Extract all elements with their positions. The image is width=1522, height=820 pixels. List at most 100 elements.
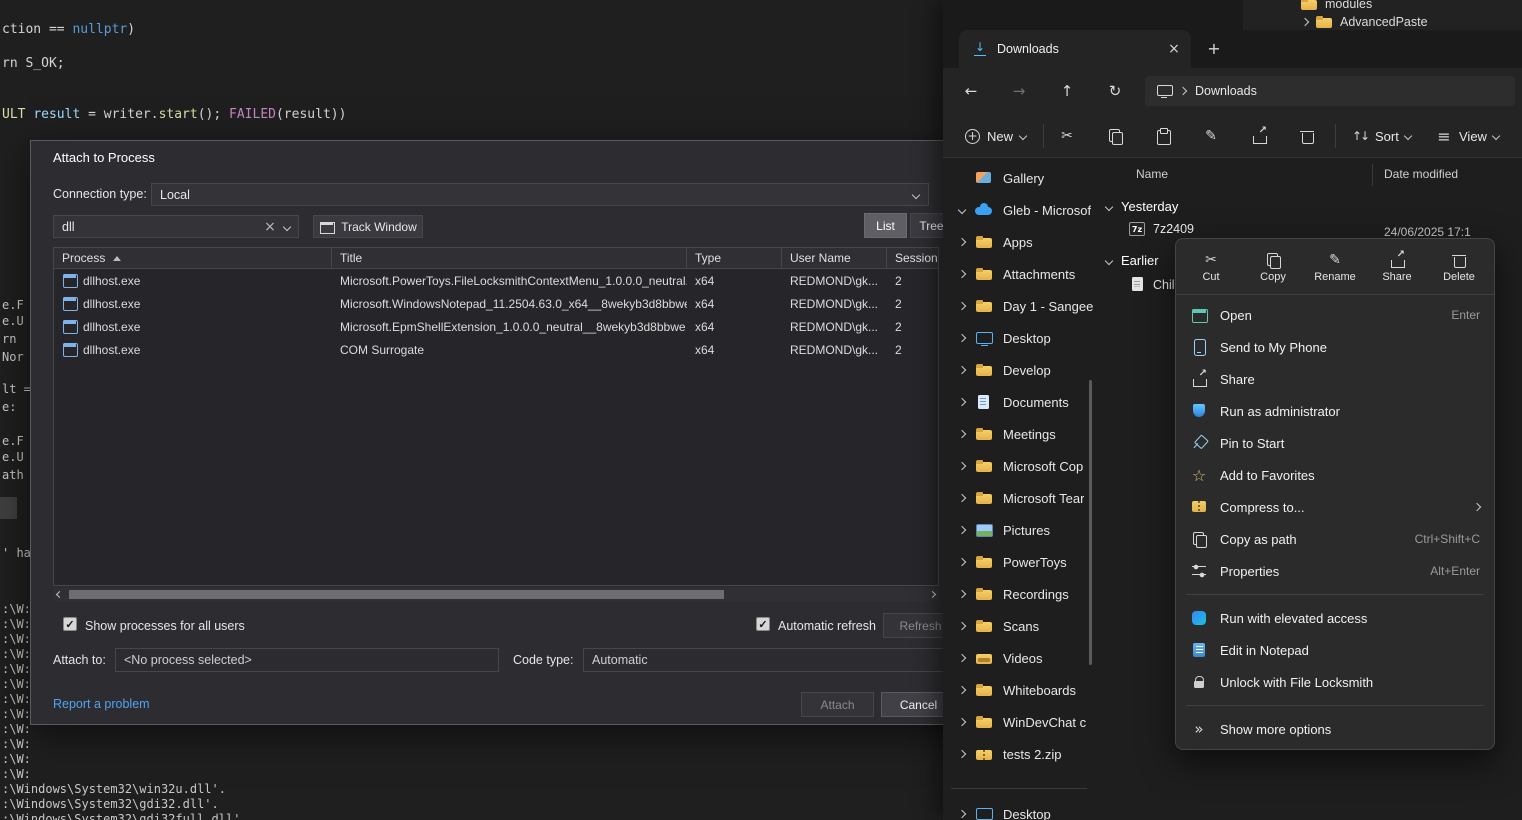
address-bar[interactable]: Downloads [1145,76,1515,106]
expand-chevron-icon[interactable] [1301,18,1309,26]
sort-button[interactable]: Sort [1343,121,1419,151]
report-a-problem-link[interactable]: Report a problem [53,697,150,711]
column-header-name[interactable]: Name [1136,167,1168,181]
context-menu-item[interactable]: Run as administrator [1181,395,1489,427]
expand-chevron-icon[interactable] [958,398,966,406]
toolbar-button[interactable] [1243,121,1275,151]
expand-chevron-icon[interactable] [958,494,966,502]
column-header-session[interactable]: Session [887,248,938,268]
collapse-chevron-icon[interactable] [1105,256,1113,264]
context-menu-item[interactable]: Run with elevated access [1181,602,1489,634]
sidebar-item[interactable]: WinDevChat c [943,706,1093,738]
list-view-button[interactable]: List [864,213,907,238]
context-menu-item[interactable]: Open Enter [1181,299,1489,331]
toolbar-button[interactable] [1195,121,1227,151]
group-header-earlier[interactable]: Earlier [1106,253,1159,268]
sidebar-item[interactable]: Microsoft Tear [943,482,1093,514]
expand-chevron-icon[interactable] [958,462,966,470]
expand-chevron-icon[interactable] [958,430,966,438]
expand-chevron-icon[interactable] [958,810,966,818]
sidebar-item[interactable]: Recordings [943,578,1093,610]
sidebar-item[interactable]: Day 1 - Sangee [943,290,1093,322]
tree-item-advancedpaste[interactable]: AdvancedPaste [1302,11,1428,30]
explorer-tab-downloads[interactable]: Downloads [959,30,1191,68]
process-row[interactable]: dllhost.exe COM Surrogate x64 REDMOND\gk… [54,338,938,361]
sidebar-item[interactable]: Gleb - Microsof [943,194,1093,226]
collapse-chevron-icon[interactable] [1105,202,1113,210]
new-button[interactable]: New [955,121,1036,151]
toolbar-button[interactable] [1099,121,1131,151]
scrollbar-thumb[interactable] [69,590,724,599]
context-menu-item[interactable]: Unlock with File Locksmith [1181,666,1489,698]
quick-action[interactable]: Delete [1431,248,1487,286]
context-menu-item[interactable]: Copy as path Ctrl+Shift+C [1181,523,1489,555]
expand-chevron-icon[interactable] [958,366,966,374]
context-menu-item[interactable]: Share [1181,363,1489,395]
view-button[interactable]: View [1427,121,1507,151]
sidebar-item[interactable]: Attachments [943,258,1093,290]
sidebar-item[interactable]: Develop [943,354,1093,386]
expand-chevron-icon[interactable] [958,718,966,726]
expand-chevron-icon[interactable] [958,590,966,598]
sidebar-item[interactable]: Pictures [943,514,1093,546]
sidebar-item[interactable]: Documents [943,386,1093,418]
sidebar-item[interactable]: Videos [943,642,1093,674]
code-type-field[interactable]: Automatic [583,648,983,672]
sidebar-item[interactable]: Meetings [943,418,1093,450]
filter-dropdown-icon[interactable] [283,222,291,230]
sidebar-item[interactable]: Whiteboards [943,674,1093,706]
nav-button[interactable] [1053,77,1081,105]
automatic-refresh-checkbox[interactable] [756,617,770,631]
show-all-users-checkbox[interactable] [63,617,77,631]
sidebar-item[interactable]: Desktop [943,322,1093,354]
sidebar-item[interactable]: Microsoft Cop [943,450,1093,482]
expand-chevron-icon[interactable] [958,654,966,662]
group-header-yesterday[interactable]: Yesterday [1106,199,1178,214]
column-header-title[interactable]: Title [332,248,687,268]
nav-button[interactable] [957,77,985,105]
process-row[interactable]: dllhost.exe Microsoft.WindowsNotepad_11.… [54,292,938,315]
expand-chevron-icon[interactable] [958,526,966,534]
context-menu-item[interactable]: Compress to... [1181,491,1489,523]
expand-chevron-icon[interactable] [958,302,966,310]
sidebar-item-desktop[interactable]: Desktop [943,798,1093,820]
expand-chevron-icon[interactable] [958,622,966,630]
quick-action[interactable]: Rename [1307,248,1363,286]
context-menu-item[interactable]: Add to Favorites [1181,459,1489,491]
expand-chevron-icon[interactable] [958,558,966,566]
context-menu-item[interactable]: Properties Alt+Enter [1181,555,1489,587]
scroll-left-icon[interactable] [57,591,62,598]
column-header-process[interactable]: Process [54,248,332,268]
toolbar-button[interactable] [1291,121,1323,151]
column-divider[interactable] [1372,164,1373,186]
context-menu-item[interactable]: Show more options [1181,713,1489,745]
sidebar-item[interactable]: Gallery [943,162,1093,194]
expand-chevron-icon[interactable] [958,206,966,214]
toolbar-button[interactable] [1051,121,1083,151]
expand-chevron-icon[interactable] [958,334,966,342]
column-header-date-modified[interactable]: Date modified [1384,167,1458,181]
horizontal-scrollbar[interactable] [53,588,939,601]
expand-chevron-icon[interactable] [958,238,966,246]
context-menu-item[interactable]: Pin to Start [1181,427,1489,459]
nav-button[interactable] [1005,77,1033,105]
sidebar-scrollbar[interactable] [1089,380,1092,665]
file-row-7z2409[interactable]: 7z2409 [1128,221,1194,237]
attach-to-field[interactable]: <No process selected> [115,648,499,672]
sidebar-item[interactable]: Apps [943,226,1093,258]
sidebar-item[interactable]: PowerToys [943,546,1093,578]
context-menu-item[interactable]: Send to My Phone [1181,331,1489,363]
context-menu-item[interactable]: Edit in Notepad [1181,634,1489,666]
tab-close-button[interactable] [1165,40,1183,58]
process-filter-input[interactable]: dll [53,215,299,238]
process-row[interactable]: dllhost.exe Microsoft.EpmShellExtension_… [54,315,938,338]
sidebar-item[interactable]: tests 2.zip [943,738,1093,770]
track-window-button[interactable]: Track Window [313,215,423,238]
new-tab-button[interactable] [1205,40,1223,58]
connection-type-select[interactable]: Local [151,183,929,206]
quick-action[interactable]: Cut [1183,248,1239,286]
quick-action[interactable]: Copy [1245,248,1301,286]
process-row[interactable]: dllhost.exe Microsoft.PowerToys.FileLock… [54,269,938,292]
attach-button[interactable]: Attach [801,692,874,717]
nav-button[interactable] [1101,77,1129,105]
